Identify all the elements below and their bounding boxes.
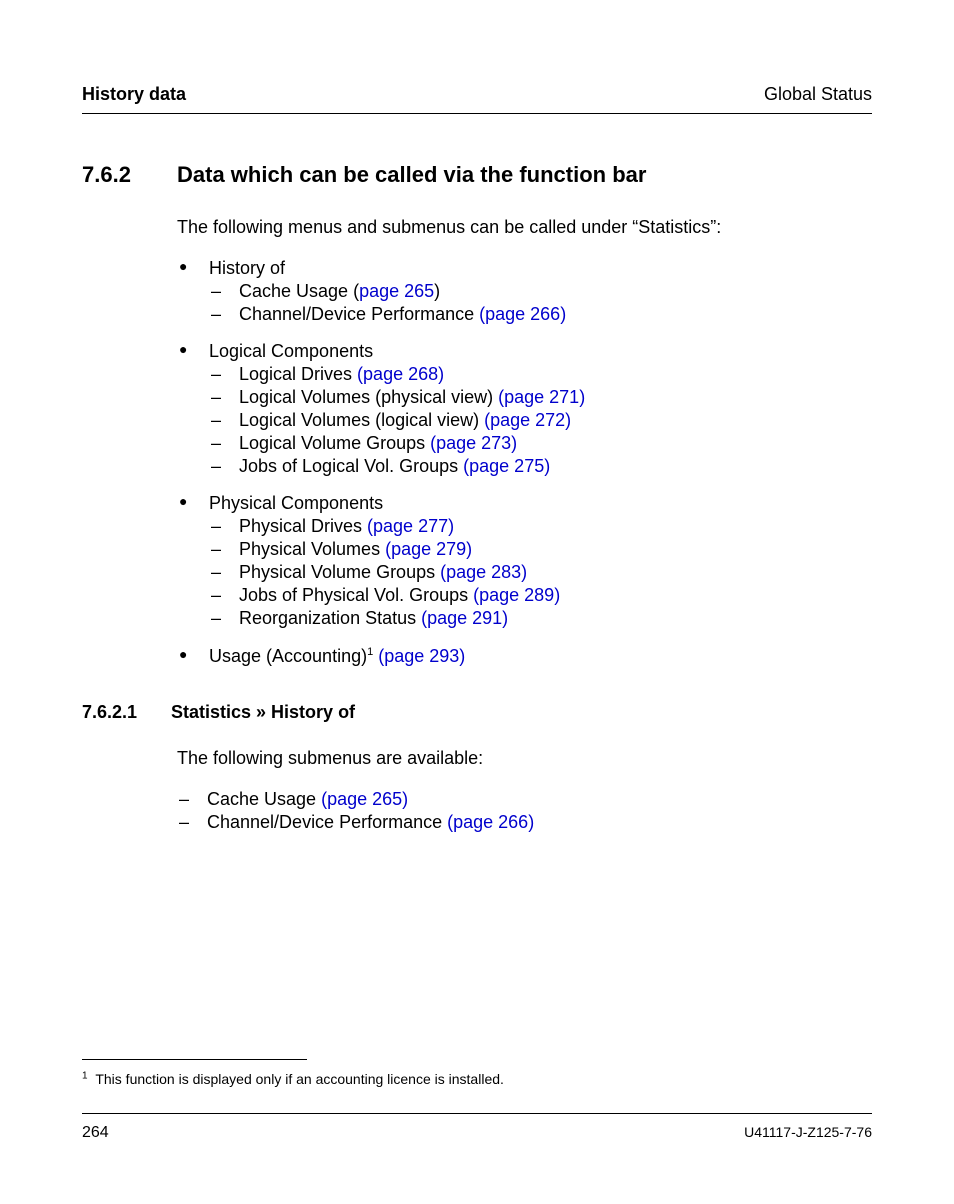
page-link[interactable]: (page 283)	[440, 562, 527, 582]
page-link[interactable]: (page 277)	[367, 516, 454, 536]
usage-label: Usage (Accounting)	[209, 646, 367, 666]
page-link[interactable]: (page 268)	[357, 364, 444, 384]
list-item: Usage (Accounting)1 (page 293)	[177, 645, 872, 668]
page-link[interactable]: (page 265)	[321, 789, 408, 809]
list-item: Physical Volume Groups (page 283)	[209, 561, 872, 584]
page-link[interactable]: (page 266)	[479, 304, 566, 324]
page-footer: 264 U41117-J-Z125-7-76	[82, 1113, 872, 1142]
list-item: Channel/Device Performance (page 266)	[209, 303, 872, 326]
subsection-list: Cache Usage (page 265) Channel/Device Pe…	[177, 788, 872, 834]
page-link[interactable]: (page 279)	[385, 539, 472, 559]
list-item: Jobs of Logical Vol. Groups (page 275)	[209, 455, 872, 478]
page-link[interactable]: (page 293)	[378, 646, 465, 666]
page-link[interactable]: (page 273)	[430, 433, 517, 453]
footnote-ref: 1	[367, 646, 373, 658]
list-item: Channel/Device Performance (page 266)	[177, 811, 872, 834]
list-item: Cache Usage (page 265)	[209, 280, 872, 303]
list-item: Jobs of Physical Vol. Groups (page 289)	[209, 584, 872, 607]
group-label: History of	[209, 258, 285, 278]
page-number: 264	[82, 1124, 109, 1142]
list-item: Logical Volumes (logical view) (page 272…	[209, 409, 872, 432]
list-item: Physical Drives (page 277)	[209, 515, 872, 538]
list-item: Logical Components Logical Drives (page …	[177, 340, 872, 478]
page-link[interactable]: (page 266)	[447, 812, 534, 832]
section-heading: 7.6.2 Data which can be called via the f…	[82, 162, 872, 188]
subsection-heading: 7.6.2.1 Statistics » History of	[82, 702, 872, 723]
footnote-block: 1 This function is displayed only if an …	[82, 1059, 872, 1088]
top-list: History of Cache Usage (page 265) Channe…	[177, 257, 872, 668]
header-right: Global Status	[764, 84, 872, 105]
page-link[interactable]: (page 289)	[473, 585, 560, 605]
section-number: 7.6.2	[82, 162, 157, 188]
list-item: Logical Volume Groups (page 273)	[209, 432, 872, 455]
footnote-text: This function is displayed only if an ac…	[95, 1071, 504, 1087]
subsection-intro: The following submenus are available:	[177, 747, 872, 770]
header-left: History data	[82, 84, 186, 105]
list-item: Physical Volumes (page 279)	[209, 538, 872, 561]
page-link[interactable]: page 265	[359, 281, 434, 301]
subsection-title: Statistics » History of	[171, 702, 355, 723]
page-link[interactable]: (page 291)	[421, 608, 508, 628]
page-link[interactable]: (page 271)	[498, 387, 585, 407]
footer-rule	[82, 1113, 872, 1114]
footnote-rule	[82, 1059, 307, 1060]
list-item: Logical Volumes (physical view) (page 27…	[209, 386, 872, 409]
section-title: Data which can be called via the functio…	[177, 162, 646, 188]
subsection-number: 7.6.2.1	[82, 702, 157, 723]
list-item: Reorganization Status (page 291)	[209, 607, 872, 630]
running-header: History data Global Status	[82, 84, 872, 114]
list-item: Logical Drives (page 268)	[209, 363, 872, 386]
page-link[interactable]: (page 275)	[463, 456, 550, 476]
group-label: Physical Components	[209, 493, 383, 513]
group-label: Logical Components	[209, 341, 373, 361]
list-item: History of Cache Usage (page 265) Channe…	[177, 257, 872, 326]
footnote-marker: 1	[82, 1070, 88, 1081]
list-item: Cache Usage (page 265)	[177, 788, 872, 811]
section-intro: The following menus and submenus can be …	[177, 216, 872, 239]
page-link[interactable]: (page 272)	[484, 410, 571, 430]
list-item: Physical Components Physical Drives (pag…	[177, 492, 872, 630]
footnote: 1 This function is displayed only if an …	[82, 1070, 872, 1088]
doc-id: U41117-J-Z125-7-76	[744, 1124, 872, 1142]
